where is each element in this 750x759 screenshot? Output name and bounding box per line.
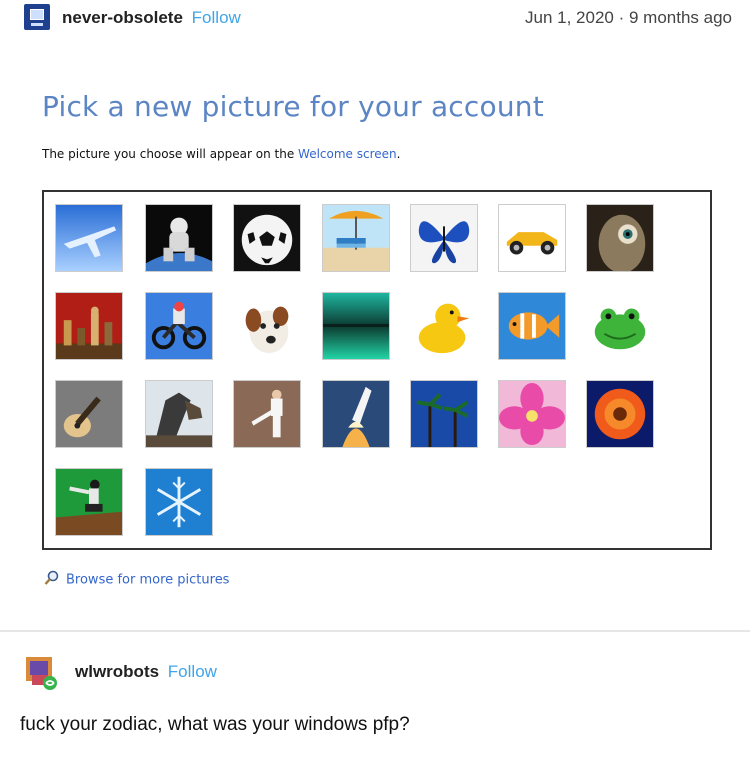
soccer-ball-icon [234,205,300,271]
chess-icon [56,293,122,359]
picker-subtitle: The picture you choose will appear on th… [42,147,401,161]
picture-palm-trees[interactable] [410,380,478,448]
picker-title: Pick a new picture for your account [42,90,544,123]
post-text: fuck your zodiac, what was your windows … [20,714,410,735]
welcome-screen-link[interactable]: Welcome screen [298,147,397,161]
beach-chair-icon [323,205,389,271]
picture-karate[interactable] [233,380,301,448]
post-timestamp[interactable]: Jun 1, 2020 · 9 months ago [525,8,732,28]
astronaut-icon [146,205,212,271]
guitar-icon [56,381,122,447]
picture-orange-flower[interactable] [586,380,654,448]
skateboarder-icon [56,469,122,535]
follow-button[interactable]: Follow [168,662,217,681]
race-car-icon [499,205,565,271]
horse-icon [146,381,212,447]
picture-race-car[interactable] [498,204,566,272]
space-shuttle-icon [323,381,389,447]
user-avatar-wlwrobots[interactable] [22,655,58,691]
aurora-icon [323,293,389,359]
picture-snowflake[interactable] [145,468,213,536]
user-avatar[interactable] [24,4,50,30]
picture-grid [42,190,712,550]
picture-horse[interactable] [145,380,213,448]
robot-avatar-icon [22,655,58,691]
picture-aurora[interactable] [322,292,390,360]
picture-pink-flower[interactable] [498,380,566,448]
rubber-duck-icon [411,293,477,359]
picture-owl[interactable] [586,204,654,272]
owl-icon [587,205,653,271]
picture-dirt-bike[interactable] [145,292,213,360]
picture-beach-chair[interactable] [322,204,390,272]
picture-fish[interactable] [498,292,566,360]
butterfly-icon [411,205,477,271]
fish-icon [499,293,565,359]
palm-trees-icon [411,381,477,447]
picture-space-shuttle[interactable] [322,380,390,448]
frog-icon [587,293,653,359]
snowflake-icon [146,469,212,535]
post-username: wlwrobots Follow [75,662,217,682]
orange-flower-icon [587,381,653,447]
username-link[interactable]: never-obsolete [62,8,183,27]
magnifier-icon [44,570,60,590]
dog-icon [234,293,300,359]
picture-astronaut[interactable] [145,204,213,272]
picture-rubber-duck[interactable] [410,292,478,360]
computer-icon [30,9,44,20]
follow-button[interactable]: Follow [192,8,241,27]
picture-guitar[interactable] [55,380,123,448]
post-divider [0,630,750,632]
karate-icon [234,381,300,447]
picture-frog[interactable] [586,292,654,360]
dirt-bike-icon [146,293,212,359]
post-header: never-obsolete Follow Jun 1, 2020 · 9 mo… [0,0,750,36]
picture-soccer-ball[interactable] [233,204,301,272]
username-link[interactable]: wlwrobots [75,662,159,681]
picture-butterfly[interactable] [410,204,478,272]
picture-dog[interactable] [233,292,301,360]
post-username: never-obsolete Follow [62,8,241,28]
picture-airplane[interactable] [55,204,123,272]
picture-chess[interactable] [55,292,123,360]
airplane-icon [56,205,122,271]
picture-skateboarder[interactable] [55,468,123,536]
browse-more-pictures-link[interactable]: Browse for more pictures [44,570,229,590]
pink-flower-icon [499,381,565,447]
